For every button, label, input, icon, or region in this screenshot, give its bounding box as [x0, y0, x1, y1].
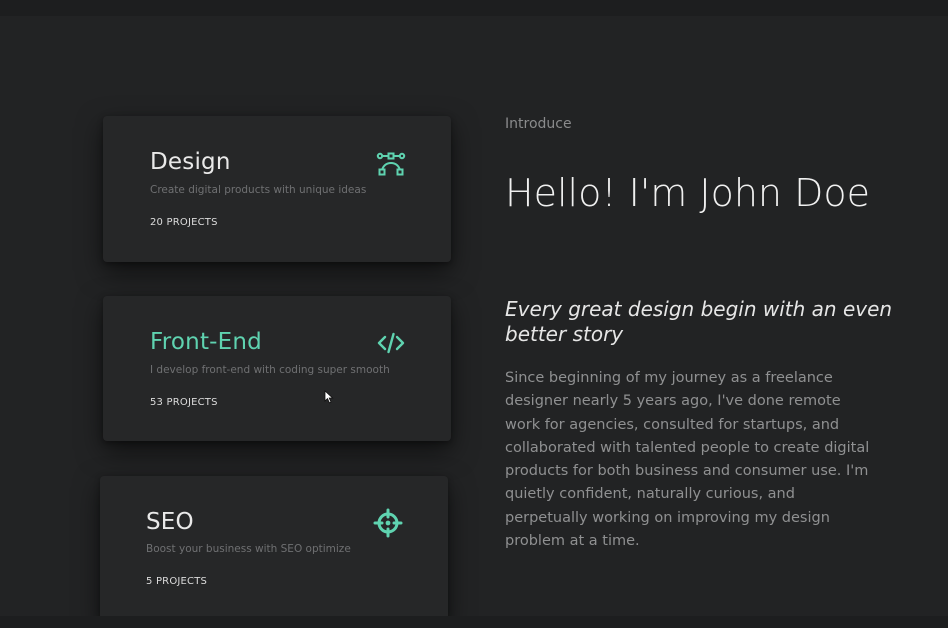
service-card-front-end[interactable]: Front-End I develop front-end with codin… [103, 296, 451, 441]
crosshair-icon [373, 508, 403, 538]
bottom-bar [0, 616, 948, 628]
project-count: 53 PROJECTS [150, 397, 218, 408]
service-description: Create digital products with unique idea… [150, 184, 367, 196]
service-description: Boost your business with SEO optimize [146, 543, 351, 555]
mouse-cursor-icon [324, 390, 334, 404]
service-card-design[interactable]: Design Create digital products with uniq… [103, 116, 451, 262]
service-title: Front-End [150, 329, 262, 355]
service-title: Design [150, 149, 231, 175]
top-bar [0, 0, 948, 16]
service-card-seo[interactable]: SEO Boost your business with SEO optimiz… [100, 476, 448, 621]
project-count: 5 PROJECTS [146, 576, 208, 587]
tagline: Every great design begin with an even be… [505, 297, 893, 346]
bezier-curve-icon [376, 152, 406, 176]
bio-paragraph: Since beginning of my journey as a freel… [505, 370, 870, 550]
section-label: Introduce [505, 116, 572, 132]
page-title: Hello! I'm John Doe [505, 171, 870, 215]
service-description: I develop front-end with coding super sm… [150, 364, 390, 376]
service-title: SEO [146, 509, 194, 535]
code-icon [377, 332, 405, 354]
project-count: 20 PROJECTS [150, 217, 218, 228]
